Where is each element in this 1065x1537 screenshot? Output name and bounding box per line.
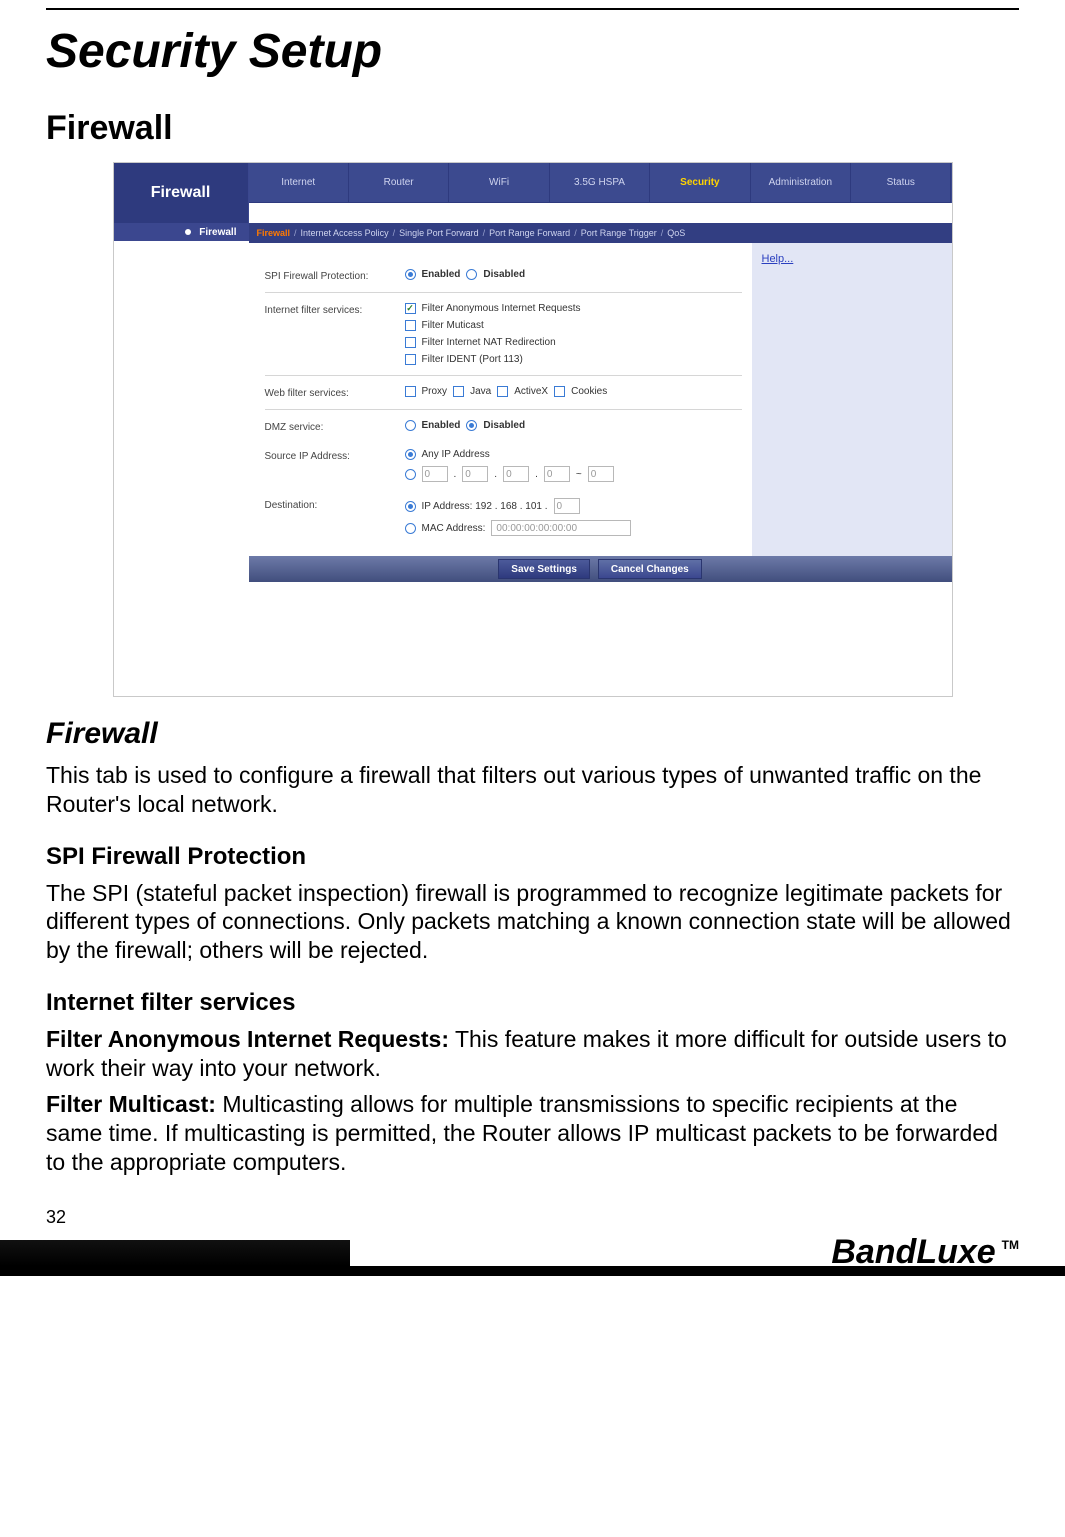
page-number: 32 — [46, 1207, 1019, 1228]
button-bar: Save Settings Cancel Changes — [249, 556, 952, 582]
radio-dst-ip-label: IP Address: 192 . 168 . 101 . — [422, 501, 548, 512]
save-button[interactable]: Save Settings — [498, 559, 590, 579]
radio-spi-enabled[interactable] — [405, 269, 416, 280]
radio-spi-disabled-label: Disabled — [483, 269, 525, 280]
chk-activex-label: ActiveX — [514, 386, 548, 397]
paragraph-spi: The SPI (stateful packet inspection) fir… — [46, 879, 1019, 965]
brand-logo: BandLuxe TM — [831, 1233, 1019, 1272]
radio-src-range[interactable] — [405, 469, 416, 480]
chk-cookies-label: Cookies — [571, 386, 607, 397]
radio-dmz-enabled-label: Enabled — [422, 420, 461, 431]
input-src-ip-4[interactable]: 0 — [544, 466, 570, 482]
chk-proxy[interactable] — [405, 386, 416, 397]
chk-filter-anon[interactable] — [405, 303, 416, 314]
input-dst-mac[interactable]: 00:00:00:00:00:00 — [491, 520, 631, 536]
chk-filter-ident[interactable] — [405, 354, 416, 365]
chk-filter-multicast[interactable] — [405, 320, 416, 331]
screenshot-container: Firewall Internet Router WiFi 3.5G HSPA … — [46, 162, 1019, 697]
chk-java[interactable] — [453, 386, 464, 397]
subtab-port-range-trigger[interactable]: Port Range Trigger — [581, 228, 657, 238]
paragraph-fair: Filter Anonymous Internet Requests: This… — [46, 1025, 1019, 1083]
chk-java-label: Java — [470, 386, 491, 397]
trademark-symbol: TM — [1002, 1238, 1019, 1252]
subtab-firewall[interactable]: Firewall — [257, 228, 291, 238]
tab-router[interactable]: Router — [349, 163, 449, 203]
footer-black-bar — [0, 1240, 350, 1266]
help-link[interactable]: Help... — [762, 253, 794, 265]
bullet-icon — [185, 229, 191, 235]
chk-filter-nat-label: Filter Internet NAT Redirection — [422, 337, 556, 348]
form-column: SPI Firewall Protection: Enabled Disable… — [249, 243, 752, 556]
subtab-internet-access-policy[interactable]: Internet Access Policy — [301, 228, 389, 238]
radio-dmz-disabled[interactable] — [466, 420, 477, 431]
radio-spi-disabled[interactable] — [466, 269, 477, 280]
label-spi-firewall: SPI Firewall Protection: — [265, 269, 405, 282]
cancel-button[interactable]: Cancel Changes — [598, 559, 702, 579]
radio-dmz-enabled[interactable] — [405, 420, 416, 431]
sidebar-sub-label: Firewall — [199, 227, 236, 238]
label-web-filter-services: Web filter services: — [265, 386, 405, 399]
label-internet-filter-services: Internet filter services: — [265, 303, 405, 316]
heading-internet-filter-services: Internet filter services — [46, 989, 1019, 1017]
tab-internet[interactable]: Internet — [249, 163, 349, 203]
input-src-ip-2[interactable]: 0 — [462, 466, 488, 482]
radio-dst-ip[interactable] — [405, 501, 416, 512]
paragraph-fmc: Filter Multicast: Multicasting allows fo… — [46, 1090, 1019, 1176]
range-dash: ~ — [576, 469, 582, 480]
chk-cookies[interactable] — [554, 386, 565, 397]
radio-dmz-disabled-label: Disabled — [483, 420, 525, 431]
paragraph-intro: This tab is used to configure a firewall… — [46, 761, 1019, 819]
paragraph-fmc-label: Filter Multicast: — [46, 1091, 216, 1117]
radio-src-anyip-label: Any IP Address — [422, 449, 490, 460]
section-heading-firewall: Firewall — [46, 109, 1019, 148]
label-destination: Destination: — [265, 498, 405, 511]
chk-filter-nat[interactable] — [405, 337, 416, 348]
tab-administration[interactable]: Administration — [751, 163, 851, 203]
chk-filter-multicast-label: Filter Muticast — [422, 320, 484, 331]
subtab-qos[interactable]: QoS — [667, 228, 685, 238]
footer: BandLuxe TM — [0, 1240, 1065, 1276]
brand-text: BandLuxe — [831, 1233, 995, 1272]
chk-filter-ident-label: Filter IDENT (Port 113) — [422, 354, 523, 365]
input-src-ip-1[interactable]: 0 — [422, 466, 448, 482]
tab-wifi[interactable]: WiFi — [449, 163, 549, 203]
input-src-ip-3[interactable]: 0 — [503, 466, 529, 482]
radio-dst-mac[interactable] — [405, 523, 416, 534]
subtab-port-range-forward[interactable]: Port Range Forward — [489, 228, 570, 238]
tab-3-5g-hspa[interactable]: 3.5G HSPA — [550, 163, 650, 203]
paragraph-fair-label: Filter Anonymous Internet Requests: — [46, 1026, 449, 1052]
label-source-ip: Source IP Address: — [265, 449, 405, 462]
tab-status[interactable]: Status — [851, 163, 951, 203]
chk-activex[interactable] — [497, 386, 508, 397]
sub-tabs: Firewall / Internet Access Policy / Sing… — [249, 223, 952, 243]
heading-spi: SPI Firewall Protection — [46, 843, 1019, 871]
page-title: Security Setup — [46, 24, 1019, 79]
subtab-single-port-forward[interactable]: Single Port Forward — [399, 228, 479, 238]
sidebar-subitem-firewall[interactable]: Firewall — [114, 223, 249, 241]
radio-src-anyip[interactable] — [405, 449, 416, 460]
tab-security[interactable]: Security — [650, 163, 750, 203]
chk-filter-anon-label: Filter Anonymous Internet Requests — [422, 303, 581, 314]
input-src-ip-5[interactable]: 0 — [588, 466, 614, 482]
input-dst-ip-last[interactable]: 0 — [554, 498, 580, 514]
sidebar: Firewall — [114, 163, 249, 223]
subheading-firewall: Firewall — [46, 717, 1019, 751]
help-panel: Help... — [752, 243, 952, 556]
chk-proxy-label: Proxy — [422, 386, 448, 397]
top-tabs: Internet Router WiFi 3.5G HSPA Security … — [249, 163, 952, 203]
radio-dst-mac-label: MAC Address: — [422, 523, 486, 534]
radio-spi-enabled-label: Enabled — [422, 269, 461, 280]
top-rule — [46, 8, 1019, 10]
sidebar-title: Firewall — [114, 163, 249, 223]
label-dmz-service: DMZ service: — [265, 420, 405, 433]
router-admin-screenshot: Firewall Internet Router WiFi 3.5G HSPA … — [113, 162, 953, 697]
